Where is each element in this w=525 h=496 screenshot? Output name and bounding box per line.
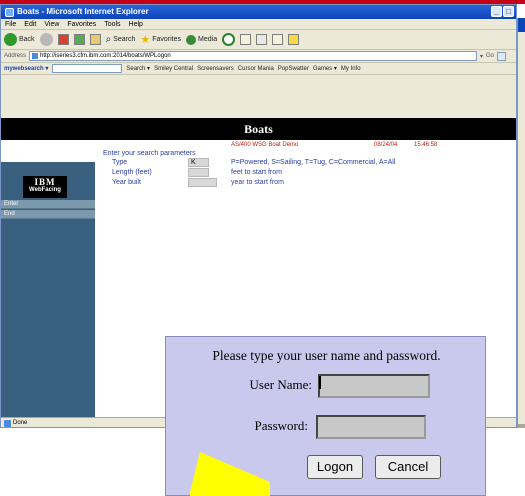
- type-hint: P=Powered, S=Sailing, T=Tug, C=Commercia…: [231, 159, 396, 166]
- stop-icon[interactable]: [57, 34, 69, 45]
- media-label: Media: [198, 36, 218, 43]
- back-button[interactable]: Back: [4, 33, 35, 46]
- search-icon: ⌕: [105, 34, 112, 45]
- mywebsearch-brand[interactable]: mywebsearch ▾: [4, 65, 48, 72]
- logon-button[interactable]: Logon: [307, 455, 363, 479]
- sidebar-item-end[interactable]: End: [1, 210, 95, 219]
- links-bar: mywebsearch ▾ Search ▾ Smiley Central Sc…: [1, 63, 516, 75]
- edit-icon[interactable]: [272, 34, 284, 45]
- app-header: Boats: [1, 118, 516, 140]
- screenshot-stage: eserve Boats - Microsoft Internet Explor…: [0, 0, 525, 496]
- back-arrow-icon: [4, 33, 17, 46]
- form-intro: Enter your search parameters: [103, 150, 196, 157]
- sidebar-item-enter[interactable]: Enter: [1, 200, 95, 209]
- demo-time: 15:46:58: [414, 142, 438, 148]
- favorites-label: Favorites: [152, 36, 182, 43]
- browser-titlebar: Boats - Microsoft Internet Explorer _ □: [1, 5, 516, 19]
- user-name-input[interactable]: [318, 374, 430, 398]
- password-label: Password:: [254, 418, 308, 433]
- menu-bar: File Edit View Favorites Tools Help: [1, 19, 516, 30]
- media-icon: [186, 34, 197, 45]
- links-search[interactable]: Search ▾: [126, 65, 150, 72]
- search-button[interactable]: ⌕ Search: [106, 34, 136, 45]
- star-icon: ★: [140, 34, 151, 46]
- webfacing-logo-ibm: IBM: [34, 177, 56, 187]
- webfacing-logo: IBM WebFacing: [23, 176, 67, 198]
- menu-tools[interactable]: Tools: [104, 19, 120, 29]
- maximize-icon[interactable]: □: [503, 6, 514, 17]
- print-icon[interactable]: [256, 34, 268, 45]
- length-hint: feet to start from: [231, 169, 282, 176]
- length-input[interactable]: [188, 168, 209, 177]
- refresh-icon[interactable]: [73, 34, 85, 45]
- ie-icon: [5, 7, 14, 17]
- demo-date: 08/24/04: [374, 142, 398, 148]
- go-label[interactable]: Go: [486, 53, 494, 59]
- history-icon[interactable]: [222, 33, 236, 46]
- address-dropdown-icon[interactable]: ▾: [480, 53, 483, 60]
- yellow-arrow: [190, 452, 270, 496]
- text-caret: [319, 376, 321, 389]
- demo-title: AS/400 WSG Boat Demo: [231, 142, 299, 148]
- go-icon[interactable]: [497, 51, 506, 61]
- address-label: Address: [4, 53, 27, 59]
- background-window-titlebar: [518, 18, 525, 32]
- sidebar: IBM WebFacing Enter End: [1, 140, 95, 417]
- menu-view[interactable]: View: [44, 19, 59, 29]
- year-hint: year to start from: [231, 179, 284, 186]
- year-input[interactable]: [188, 178, 217, 187]
- favorites-button[interactable]: ★ Favorites: [140, 33, 181, 46]
- type-input[interactable]: K: [188, 158, 209, 167]
- forward-arrow-icon[interactable]: [39, 33, 53, 46]
- links-popswatter[interactable]: PopSwatter: [278, 66, 309, 72]
- mail-icon[interactable]: [240, 34, 252, 45]
- minimize-icon[interactable]: _: [491, 6, 502, 17]
- search-label: Search: [113, 36, 136, 43]
- mywebsearch-input[interactable]: [52, 64, 123, 73]
- links-smiley-central[interactable]: Smiley Central: [154, 66, 193, 72]
- logon-prompt: Please type your user name and password.: [212, 348, 441, 363]
- webfacing-logo-text: WebFacing: [29, 187, 61, 193]
- menu-edit[interactable]: Edit: [24, 19, 36, 29]
- links-games[interactable]: Games ▾: [313, 65, 337, 72]
- standard-toolbar: Back ⌕ Search ★ Favorites Media: [1, 30, 516, 50]
- home-icon[interactable]: [89, 34, 101, 45]
- window-controls: _ □: [491, 6, 514, 17]
- menu-file[interactable]: File: [5, 19, 16, 29]
- links-cursor-mania[interactable]: Cursor Mania: [238, 66, 274, 72]
- menu-favorites[interactable]: Favorites: [67, 19, 96, 29]
- background-window: [517, 18, 525, 428]
- length-label: Length (feet): [112, 169, 152, 176]
- cancel-button[interactable]: Cancel: [375, 455, 441, 479]
- background-window-edge: [518, 424, 525, 428]
- sidebar-top: [1, 140, 95, 162]
- menu-help[interactable]: Help: [129, 19, 143, 29]
- yellow-arrow-shape: [190, 452, 270, 496]
- year-label: Year built: [112, 179, 141, 186]
- address-input[interactable]: http://iseries3.cfm.ibm.com:2014/boats/W…: [29, 51, 477, 61]
- password-input[interactable]: [316, 415, 426, 439]
- type-label: Type: [112, 159, 128, 166]
- back-label: Back: [19, 36, 35, 43]
- browser-title: Boats - Microsoft Internet Explorer: [17, 7, 149, 16]
- media-button[interactable]: Media: [186, 34, 218, 45]
- links-screensavers[interactable]: Screensavers: [197, 66, 234, 72]
- messenger-icon[interactable]: [288, 34, 300, 45]
- user-name-label: User Name:: [249, 377, 312, 392]
- address-bar: Address http://iseries3.cfm.ibm.com:2014…: [1, 50, 516, 63]
- links-my-info[interactable]: My Info: [341, 66, 361, 72]
